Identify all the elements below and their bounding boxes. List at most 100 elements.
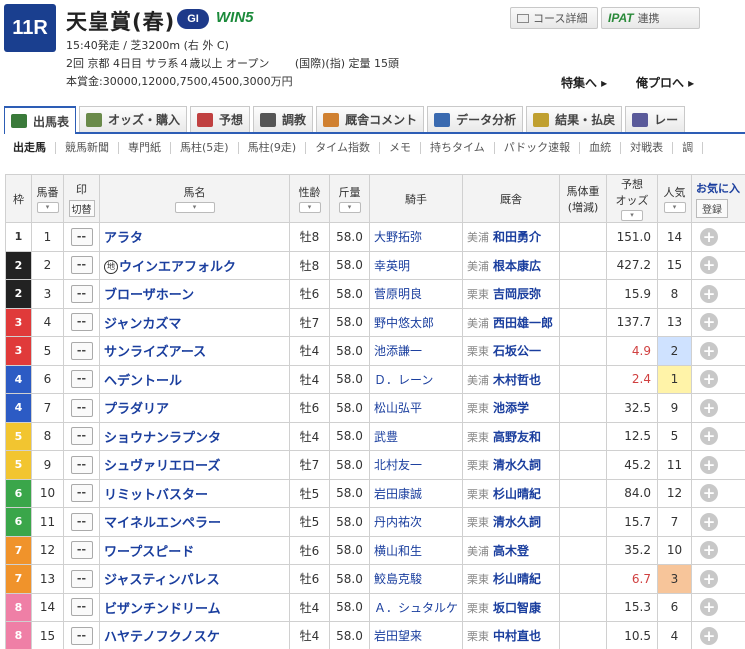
col-name[interactable]: 馬名 ▾	[99, 174, 290, 223]
add-favorite-icon[interactable]: +	[700, 626, 718, 645]
col-umaban[interactable]: 馬番 ▾	[31, 174, 64, 223]
subnav-item[interactable]: 持ちタイム	[421, 142, 495, 154]
trainer-link[interactable]: 高野友和	[493, 430, 541, 444]
subnav-item[interactable]: 馬柱(5走)	[171, 142, 239, 154]
jockey-link[interactable]: Ｄ．レーン	[374, 373, 433, 387]
tab-2[interactable]: 予想	[190, 106, 251, 132]
col-odds[interactable]: 予想 オッズ ▾	[606, 174, 658, 223]
tab-0[interactable]: 出馬表	[4, 106, 77, 134]
trainer-link[interactable]: 石坂公一	[493, 344, 541, 358]
horse-name-link[interactable]: シュヴァリエローズ	[104, 459, 220, 474]
horse-name-link[interactable]: ジャンカズマ	[104, 317, 181, 332]
jockey-link[interactable]: 岩田康誠	[374, 487, 422, 501]
subnav-item[interactable]: 専門紙	[119, 142, 171, 154]
subnav-item[interactable]: パドック速報	[495, 142, 581, 154]
col-weight[interactable]: 斤量 ▾	[329, 174, 370, 223]
mark-select[interactable]: --	[70, 341, 93, 360]
mark-select[interactable]: --	[70, 313, 93, 332]
trainer-link[interactable]: 吉岡辰弥	[493, 287, 541, 301]
add-favorite-icon[interactable]: +	[700, 512, 718, 531]
trainer-link[interactable]: 池添学	[493, 401, 529, 415]
mark-select[interactable]: --	[70, 512, 93, 531]
mark-select[interactable]: --	[70, 427, 93, 446]
sort-icon[interactable]: ▾	[174, 202, 215, 213]
jockey-link[interactable]: 松山弘平	[374, 401, 422, 415]
jockey-link[interactable]: 武豊	[374, 430, 398, 444]
subnav-item[interactable]: 調	[673, 142, 704, 154]
trainer-link[interactable]: 和田勇介	[493, 230, 541, 244]
mark-select[interactable]: --	[70, 227, 93, 246]
course-detail-button[interactable]: コース詳細	[510, 7, 598, 29]
trainer-link[interactable]: 坂口智康	[493, 601, 541, 615]
jockey-link[interactable]: Ａ．シュタルケ	[374, 601, 458, 615]
trainer-link[interactable]: 根本康広	[493, 259, 541, 273]
mark-select[interactable]: --	[70, 569, 93, 588]
jockey-link[interactable]: 北村友一	[374, 458, 422, 472]
subnav-item[interactable]: 血統	[580, 142, 622, 154]
add-favorite-icon[interactable]: +	[700, 598, 718, 617]
horse-name-link[interactable]: ビザンチンドリーム	[104, 602, 221, 617]
horse-name-link[interactable]: プラダリア	[104, 402, 169, 417]
add-favorite-icon[interactable]: +	[700, 256, 718, 275]
ipat-link-button[interactable]: IPAT 連携	[601, 7, 700, 29]
tab-4[interactable]: 厩舎コメント	[316, 106, 425, 132]
mark-select[interactable]: --	[70, 284, 93, 303]
trainer-link[interactable]: 杉山晴紀	[493, 487, 541, 501]
add-favorite-icon[interactable]: +	[700, 313, 718, 332]
add-favorite-icon[interactable]: +	[700, 341, 718, 360]
win5-logo[interactable]: WIN5	[216, 9, 254, 26]
add-favorite-icon[interactable]: +	[700, 455, 718, 474]
jockey-link[interactable]: 横山和生	[374, 544, 422, 558]
mark-select[interactable]: --	[70, 541, 93, 560]
horse-name-link[interactable]: ブローザホーン	[104, 288, 194, 303]
mark-select[interactable]: --	[70, 626, 93, 645]
subnav-item[interactable]: 出走馬	[4, 142, 56, 154]
add-favorite-icon[interactable]: +	[700, 484, 718, 503]
add-favorite-icon[interactable]: +	[700, 370, 718, 389]
subnav-item[interactable]: タイム指数	[306, 142, 380, 154]
col-popularity[interactable]: 人気 ▾	[657, 174, 692, 223]
horse-name-link[interactable]: マイネルエンペラー	[104, 516, 221, 531]
col-age[interactable]: 性齢 ▾	[289, 174, 330, 223]
sort-icon[interactable]: ▾	[663, 202, 686, 213]
mark-select[interactable]: --	[70, 398, 93, 417]
trainer-link[interactable]: 杉山晴紀	[493, 572, 541, 586]
horse-name-link[interactable]: リミットバスター	[104, 488, 208, 503]
trainer-link[interactable]: 高木登	[493, 544, 529, 558]
tab-3[interactable]: 調教	[253, 106, 314, 132]
sort-icon[interactable]: ▾	[298, 202, 321, 213]
mark-toggle-button[interactable]: 切替	[68, 199, 95, 217]
tab-1[interactable]: オッズ・購入	[79, 106, 188, 132]
ore-pro-link[interactable]: 俺プロへ ▸	[636, 74, 694, 91]
horse-name-link[interactable]: アラタ	[104, 231, 143, 246]
subnav-item[interactable]: 対戦表	[621, 142, 674, 154]
add-favorite-icon[interactable]: +	[700, 541, 718, 560]
sort-icon[interactable]: ▾	[338, 202, 361, 213]
mark-select[interactable]: --	[70, 256, 93, 275]
trainer-link[interactable]: 清水久詞	[493, 515, 541, 529]
mark-select[interactable]: --	[70, 484, 93, 503]
add-favorite-icon[interactable]: +	[700, 227, 718, 246]
mark-select[interactable]: --	[70, 455, 93, 474]
add-favorite-icon[interactable]: +	[700, 427, 718, 446]
horse-name-link[interactable]: サンライズアース	[104, 345, 206, 360]
horse-name-link[interactable]: ウインエアフォルク	[119, 260, 236, 275]
add-favorite-icon[interactable]: +	[700, 398, 718, 417]
subnav-item[interactable]: 競馬新聞	[56, 142, 119, 154]
trainer-link[interactable]: 清水久詞	[493, 458, 541, 472]
jockey-link[interactable]: 野中悠太郎	[374, 316, 434, 330]
tab-6[interactable]: 結果・払戻	[526, 106, 623, 132]
jockey-link[interactable]: 岩田望来	[374, 629, 422, 643]
trainer-link[interactable]: 木村哲也	[493, 373, 541, 387]
jockey-link[interactable]: 菅原明良	[374, 287, 422, 301]
sort-icon[interactable]: ▾	[36, 202, 59, 213]
horse-name-link[interactable]: ハヤテノフクノスケ	[104, 630, 220, 645]
tab-7[interactable]: レー	[625, 106, 686, 132]
horse-name-link[interactable]: ジャスティンパレス	[104, 573, 220, 588]
tab-5[interactable]: データ分析	[427, 106, 524, 132]
jockey-link[interactable]: 大野拓弥	[374, 230, 422, 244]
fav-register-button[interactable]: 登録	[696, 198, 728, 218]
mark-select[interactable]: --	[70, 598, 93, 617]
feature-link[interactable]: 特集へ ▸	[561, 74, 607, 91]
add-favorite-icon[interactable]: +	[700, 569, 718, 588]
